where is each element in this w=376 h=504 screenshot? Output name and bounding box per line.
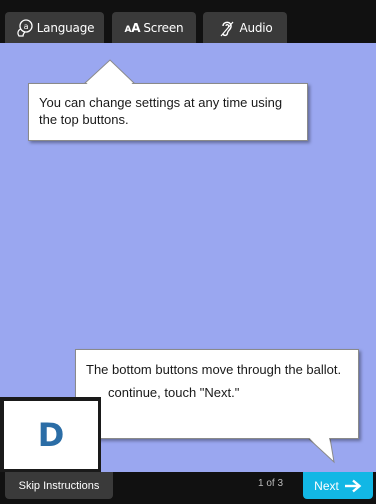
- step-marker-letter: D: [4, 401, 98, 469]
- skip-instructions-button[interactable]: Skip Instructions: [5, 472, 113, 499]
- bottom-toolbar: Skip Instructions 1 of 3 Next: [0, 472, 376, 504]
- step-marker: D: [0, 397, 101, 472]
- arrow-right-icon: [344, 479, 362, 492]
- page-indicator: 1 of 3: [258, 478, 284, 489]
- next-button[interactable]: Next: [303, 472, 373, 499]
- next-label: Next: [314, 478, 339, 493]
